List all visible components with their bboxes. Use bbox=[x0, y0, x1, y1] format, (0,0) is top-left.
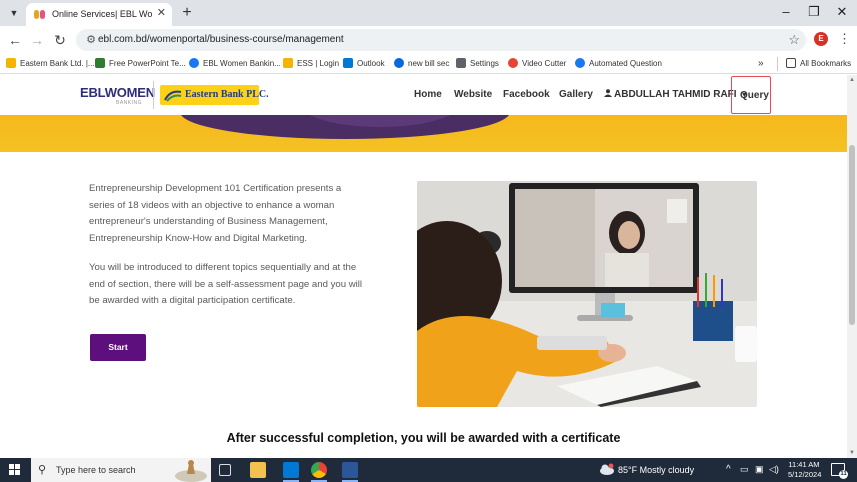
scroll-down-icon[interactable]: ▼ bbox=[849, 450, 855, 456]
powerpoint-template-icon bbox=[95, 58, 105, 68]
facebook-icon bbox=[575, 58, 585, 68]
bookmarks-bar: Eastern Bank Ltd. |... Free PowerPoint T… bbox=[0, 54, 857, 74]
bookmark-star-icon[interactable]: ☆ bbox=[788, 32, 800, 48]
hero-banner bbox=[0, 115, 847, 152]
clock-time: 11:41 AM bbox=[788, 460, 820, 469]
restore-button[interactable]: ❐ bbox=[802, 2, 826, 22]
user-menu-dropdown[interactable]: ABDULLAH TAHMID RAFI ▾ bbox=[604, 88, 746, 102]
windows-start-icon[interactable] bbox=[9, 464, 21, 476]
notification-count-badge: 11 bbox=[839, 470, 848, 479]
profile-avatar[interactable]: E bbox=[814, 32, 828, 46]
close-window-button[interactable]: ✕ bbox=[830, 2, 854, 22]
search-highlight-icon bbox=[175, 460, 207, 482]
logo-divider bbox=[153, 81, 154, 109]
bookmark-item[interactable]: ESS | Login bbox=[283, 57, 339, 71]
eastern-bank-icon bbox=[283, 58, 293, 68]
meet-now-icon[interactable]: ▭ bbox=[740, 463, 749, 476]
bookmark-item[interactable]: Eastern Bank Ltd. |... bbox=[6, 57, 95, 71]
network-icon[interactable]: ▣ bbox=[755, 463, 764, 476]
outlook-icon[interactable] bbox=[283, 462, 299, 478]
search-icon: ⚲ bbox=[38, 464, 47, 476]
folder-icon bbox=[786, 58, 796, 68]
windows-taskbar: ⚲ Type here to search 85°F Mostly cloudy… bbox=[0, 458, 857, 482]
bookmark-item[interactable]: Outlook bbox=[343, 57, 385, 71]
video-cutter-icon bbox=[508, 58, 518, 68]
bookmark-item[interactable]: Video Cutter bbox=[508, 57, 566, 71]
weather-text[interactable]: 85°F Mostly cloudy bbox=[618, 464, 694, 476]
clock-date: 5/12/2024 bbox=[788, 470, 822, 479]
system-clock[interactable]: 11:41 AM 5/12/2024 bbox=[788, 460, 822, 480]
taskbar-search[interactable]: ⚲ Type here to search bbox=[31, 458, 211, 482]
course-description: Entrepreneurship Development 101 Certifi… bbox=[89, 183, 342, 245]
bookmarks-overflow-button[interactable]: » bbox=[758, 57, 764, 71]
eastern-bank-mark-icon bbox=[164, 90, 182, 102]
page-scrollbar[interactable]: ▲ ▼ bbox=[847, 75, 857, 458]
certificate-heading: After successful completion, you will be… bbox=[226, 431, 621, 445]
scroll-up-icon[interactable]: ▲ bbox=[849, 77, 855, 83]
site-navbar: EBLWOMEN BANKING Eastern Bank PLC. Home … bbox=[0, 75, 847, 115]
new-tab-button[interactable]: + bbox=[178, 4, 196, 22]
query-label: Query bbox=[740, 90, 769, 101]
bookmark-item[interactable]: Free PowerPoint Te... bbox=[95, 57, 186, 71]
outlook-icon bbox=[343, 58, 353, 68]
chrome-menu-icon[interactable]: ⋮ bbox=[838, 31, 851, 47]
meta-icon bbox=[394, 58, 404, 68]
ebl-women-logo[interactable]: EBLWOMEN BANKING bbox=[80, 85, 155, 106]
tab-search-icon[interactable]: ▼ bbox=[6, 5, 22, 21]
minimize-button[interactable]: – bbox=[774, 2, 798, 22]
eastern-bank-icon bbox=[6, 58, 16, 68]
ebl-women-favicon-icon bbox=[34, 10, 46, 19]
nav-gallery-link[interactable]: Gallery bbox=[559, 88, 593, 102]
reload-button[interactable]: ↻ bbox=[51, 31, 69, 49]
eastern-bank-logo[interactable]: Eastern Bank PLC. bbox=[160, 85, 269, 105]
chrome-icon[interactable] bbox=[311, 462, 327, 478]
tab-strip: ▼ Online Services| EBL Women Ba ✕ + – ❐ … bbox=[0, 0, 857, 26]
url-text[interactable]: ebl.com.bd/womenportal/business-course/m… bbox=[98, 33, 344, 47]
bookmark-item[interactable]: Automated Question bbox=[575, 57, 662, 71]
browser-tab[interactable]: Online Services| EBL Women Ba ✕ bbox=[26, 3, 172, 26]
web-page: EBLWOMEN BANKING Eastern Bank PLC. Home … bbox=[0, 75, 847, 458]
bookmark-item[interactable]: new bill sec bbox=[394, 57, 449, 71]
taskbar-search-placeholder: Type here to search bbox=[56, 465, 136, 475]
forward-button[interactable]: → bbox=[28, 31, 46, 49]
volume-icon[interactable]: ◁) bbox=[769, 463, 779, 476]
user-icon bbox=[604, 89, 612, 97]
woman-at-computer-image bbox=[417, 181, 757, 407]
query-button[interactable]: Query bbox=[731, 76, 771, 114]
nav-facebook-link[interactable]: Facebook bbox=[503, 88, 550, 102]
nav-home-link[interactable]: Home bbox=[414, 88, 442, 102]
bookmark-item[interactable]: Settings bbox=[456, 57, 499, 71]
word-icon[interactable] bbox=[342, 462, 358, 478]
task-view-icon[interactable] bbox=[219, 464, 231, 476]
browser-toolbar: ← → ↻ ⚙ ebl.com.bd/womenportal/business-… bbox=[0, 26, 857, 54]
back-button[interactable]: ← bbox=[6, 31, 24, 49]
weather-cloud-icon[interactable] bbox=[599, 463, 614, 475]
bookmark-item[interactable]: EBL Women Bankin... bbox=[189, 57, 281, 71]
tray-overflow-icon[interactable]: ^ bbox=[726, 463, 731, 476]
nav-website-link[interactable]: Website bbox=[454, 88, 492, 102]
facebook-icon bbox=[189, 58, 199, 68]
bookmarks-divider bbox=[777, 57, 778, 71]
course-image bbox=[417, 181, 757, 407]
tab-close-icon[interactable]: ✕ bbox=[157, 7, 166, 20]
file-explorer-icon[interactable] bbox=[250, 462, 266, 478]
settings-icon bbox=[456, 58, 466, 68]
tab-title: Online Services| EBL Women Ba bbox=[52, 9, 152, 19]
all-bookmarks-button[interactable]: All Bookmarks bbox=[786, 57, 851, 71]
user-name: ABDULLAH TAHMID RAFI bbox=[614, 89, 737, 100]
scrollbar-thumb[interactable] bbox=[849, 145, 855, 325]
site-info-icon[interactable]: ⚙ bbox=[84, 33, 98, 47]
address-bar[interactable]: ⚙ ebl.com.bd/womenportal/business-course… bbox=[76, 29, 806, 51]
course-instructions: You will be introduced to different topi… bbox=[89, 262, 363, 307]
start-button[interactable]: Start bbox=[90, 334, 146, 361]
